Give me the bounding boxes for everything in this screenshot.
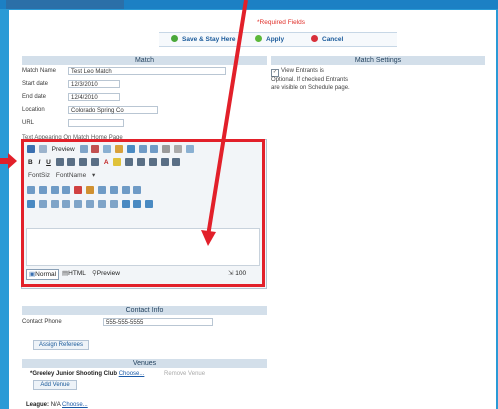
pointer-arrow-line: [206, 0, 248, 237]
left-arrow-icon: [0, 153, 17, 169]
pointer-arrow-head-icon: [201, 230, 216, 246]
annotation-arrows: [0, 0, 248, 246]
